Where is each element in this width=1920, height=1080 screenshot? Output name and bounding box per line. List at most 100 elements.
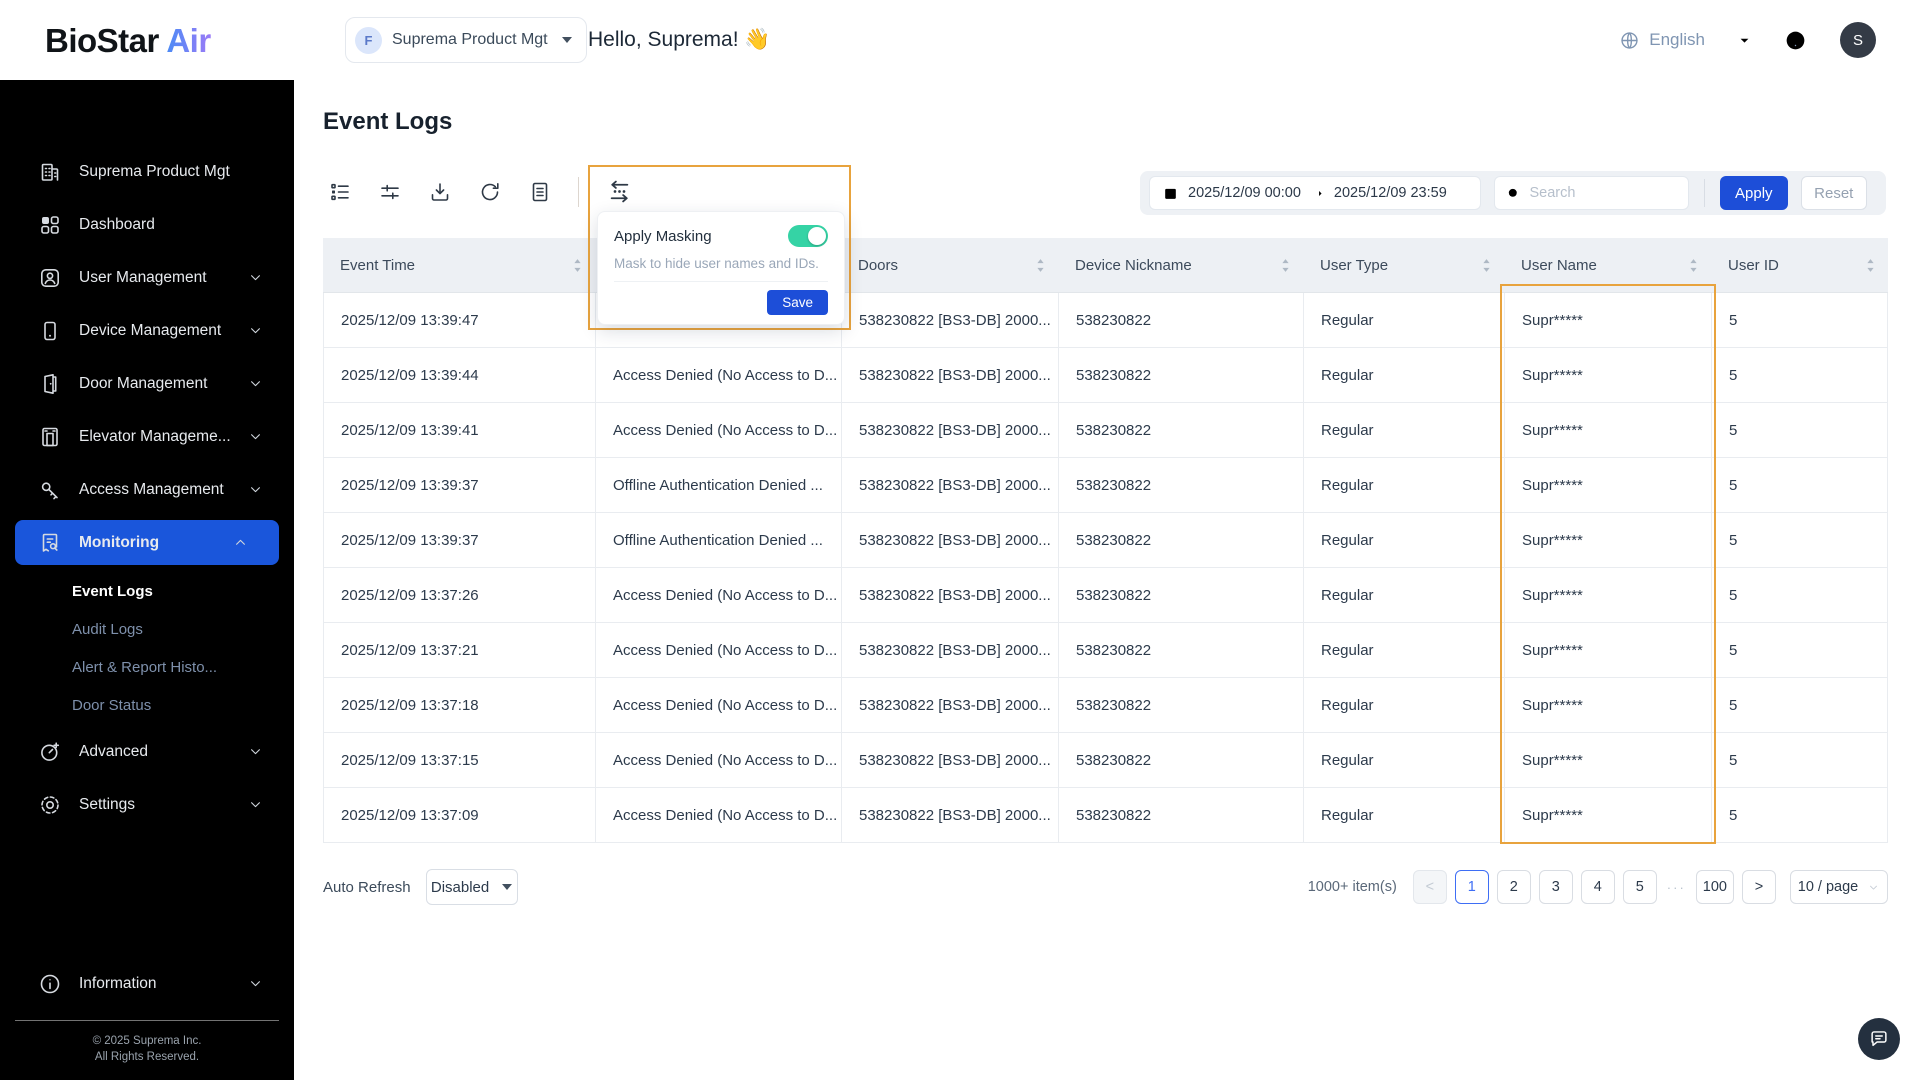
download-button[interactable] bbox=[428, 180, 452, 204]
reset-button[interactable]: Reset bbox=[1800, 176, 1867, 210]
prev-page-button[interactable]: < bbox=[1412, 870, 1447, 904]
sidebar-item[interactable]: Monitoring bbox=[15, 520, 279, 565]
sort-icon bbox=[574, 258, 581, 272]
column-header[interactable]: Device Nickname bbox=[1058, 238, 1303, 292]
search-icon bbox=[1505, 185, 1522, 202]
cell-event-time: 2025/12/09 13:39:41 bbox=[324, 403, 596, 457]
sidebar-item-label: Dashboard bbox=[79, 215, 155, 233]
apply-button[interactable]: Apply bbox=[1720, 176, 1788, 210]
sidebar-item[interactable]: Settings bbox=[0, 778, 294, 831]
cell-device-nickname: 538230822 bbox=[1059, 568, 1304, 622]
auto-refresh-label: Auto Refresh bbox=[323, 878, 411, 896]
search-input[interactable] bbox=[1529, 185, 1670, 201]
cell-user-type: Regular bbox=[1304, 623, 1505, 677]
cell-doors: 538230822 [BS3-DB] 2000... bbox=[842, 403, 1059, 457]
logo-air: Air bbox=[166, 22, 211, 59]
page-button[interactable]: 5 bbox=[1622, 870, 1657, 904]
column-label: User Name bbox=[1521, 256, 1597, 274]
filter-panel: 2025/12/09 00:00 2025/12/09 23:59 Apply … bbox=[1140, 171, 1886, 215]
cell-user-id: 5 bbox=[1729, 696, 1738, 714]
sidebar-item[interactable]: Suprema Product Mgt bbox=[0, 145, 294, 198]
chevron-down-icon[interactable] bbox=[1736, 32, 1753, 49]
sidebar-item-icon bbox=[38, 213, 62, 237]
sidebar-item[interactable]: Access Management bbox=[0, 463, 294, 516]
language-selector[interactable]: English bbox=[1619, 30, 1753, 51]
cell-event-time: 2025/12/09 13:39:37 bbox=[324, 458, 596, 512]
masking-popup-description: Mask to hide user names and IDs. bbox=[614, 256, 819, 271]
filter-settings-button[interactable] bbox=[378, 180, 402, 204]
column-settings-button[interactable] bbox=[328, 180, 352, 204]
sidebar-subitem[interactable]: Event Logs bbox=[0, 573, 294, 611]
column-header[interactable]: User Type bbox=[1303, 238, 1504, 292]
chevron-icon bbox=[247, 796, 264, 813]
column-header[interactable]: Doors bbox=[841, 238, 1058, 292]
sidebar-item[interactable]: Elevator Manageme... bbox=[0, 410, 294, 463]
sidebar-subitem[interactable]: Audit Logs bbox=[0, 611, 294, 649]
date-to: 2025/12/09 23:59 bbox=[1333, 185, 1447, 201]
auto-refresh-value: Disabled bbox=[430, 878, 490, 896]
sidebar-item[interactable]: Device Management bbox=[0, 304, 294, 357]
column-header[interactable]: User ID bbox=[1711, 238, 1888, 292]
chevron-down-icon bbox=[1867, 881, 1880, 894]
cell-doors: 538230822 [BS3-DB] 2000... bbox=[842, 623, 1059, 677]
sort-icon bbox=[1282, 258, 1289, 272]
auto-refresh-select[interactable]: Disabled bbox=[425, 869, 518, 905]
report-button[interactable] bbox=[528, 180, 552, 204]
sidebar-item[interactable]: Door Management bbox=[0, 357, 294, 410]
page-button[interactable]: 2 bbox=[1496, 870, 1531, 904]
user-avatar[interactable]: S bbox=[1840, 22, 1876, 58]
cell-user-id: 5 bbox=[1729, 641, 1738, 659]
next-page-button[interactable]: > bbox=[1742, 870, 1776, 904]
sidebar-item[interactable]: Advanced bbox=[0, 725, 294, 778]
sidebar-item[interactable]: User Management bbox=[0, 251, 294, 304]
apply-masking-toggle[interactable] bbox=[788, 225, 828, 247]
cell-user-id: 5 bbox=[1729, 586, 1738, 604]
page-button[interactable]: 3 bbox=[1538, 870, 1573, 904]
last-page-button[interactable]: 100 bbox=[1695, 870, 1734, 904]
sort-icon bbox=[1867, 258, 1874, 272]
toggle-knob bbox=[808, 227, 826, 245]
cell-doors: 538230822 [BS3-DB] 2000... bbox=[842, 293, 1059, 347]
page-size-select[interactable]: 10 / page bbox=[1790, 870, 1888, 904]
copyright-line2: All Rights Reserved. bbox=[94, 1051, 200, 1063]
sidebar-item-icon bbox=[38, 372, 62, 396]
chevron-icon bbox=[247, 269, 264, 286]
cell-event-time: 2025/12/09 13:39:37 bbox=[324, 513, 596, 567]
sidebar-item-label: Device Management bbox=[79, 321, 222, 339]
cell-device-nickname: 538230822 bbox=[1059, 733, 1304, 787]
help-icon[interactable] bbox=[1783, 28, 1808, 53]
page-buttons: 1 2 3 4 5 bbox=[1454, 870, 1657, 904]
sidebar-item[interactable]: Dashboard bbox=[0, 198, 294, 251]
event-log-table: Event Time Doors Device Nickname User Ty… bbox=[323, 238, 1888, 843]
save-button[interactable]: Save bbox=[767, 290, 828, 315]
sidebar-item-label: Suprema Product Mgt bbox=[79, 162, 230, 180]
cell-user-type: Regular bbox=[1304, 678, 1505, 732]
refresh-button[interactable] bbox=[478, 180, 502, 204]
column-label: User ID bbox=[1728, 256, 1779, 274]
sidebar-item-icon bbox=[38, 266, 62, 290]
sidebar-subitem[interactable]: Alert & Report Histo... bbox=[0, 649, 294, 687]
cell-event-time: 2025/12/09 13:37:09 bbox=[324, 788, 596, 842]
masking-button[interactable] bbox=[606, 178, 633, 205]
column-header[interactable]: User Name bbox=[1504, 238, 1711, 292]
org-selector[interactable]: F Suprema Product Mgt bbox=[345, 17, 587, 63]
chat-support-button[interactable] bbox=[1858, 1018, 1900, 1060]
table-toolbar bbox=[328, 174, 579, 210]
page-button[interactable]: 1 bbox=[1454, 870, 1489, 904]
pagination-ellipsis: ··· bbox=[1666, 879, 1686, 895]
cell-user-type: Regular bbox=[1304, 293, 1505, 347]
sidebar-item-label: Door Management bbox=[79, 374, 208, 392]
column-header[interactable]: Event Time bbox=[323, 238, 595, 292]
cell-doors: 538230822 [BS3-DB] 2000... bbox=[842, 348, 1059, 402]
cell-device-nickname: 538230822 bbox=[1059, 513, 1304, 567]
sidebar-item-information[interactable]: Information bbox=[0, 957, 294, 1010]
copyright: © 2025 Suprema Inc. All Rights Reserved. bbox=[0, 1033, 294, 1065]
sidebar-bottom: Information © 2025 Suprema Inc. All Righ… bbox=[0, 957, 294, 1065]
sidebar-subitem[interactable]: Door Status bbox=[0, 687, 294, 725]
date-range-picker[interactable]: 2025/12/09 00:00 2025/12/09 23:59 bbox=[1149, 176, 1481, 210]
cell-user-id: 5 bbox=[1729, 311, 1738, 329]
org-name: Suprema Product Mgt bbox=[392, 31, 548, 48]
page-button[interactable]: 4 bbox=[1580, 870, 1615, 904]
caret-down-icon bbox=[502, 884, 513, 890]
column-label: Event Time bbox=[340, 256, 416, 274]
